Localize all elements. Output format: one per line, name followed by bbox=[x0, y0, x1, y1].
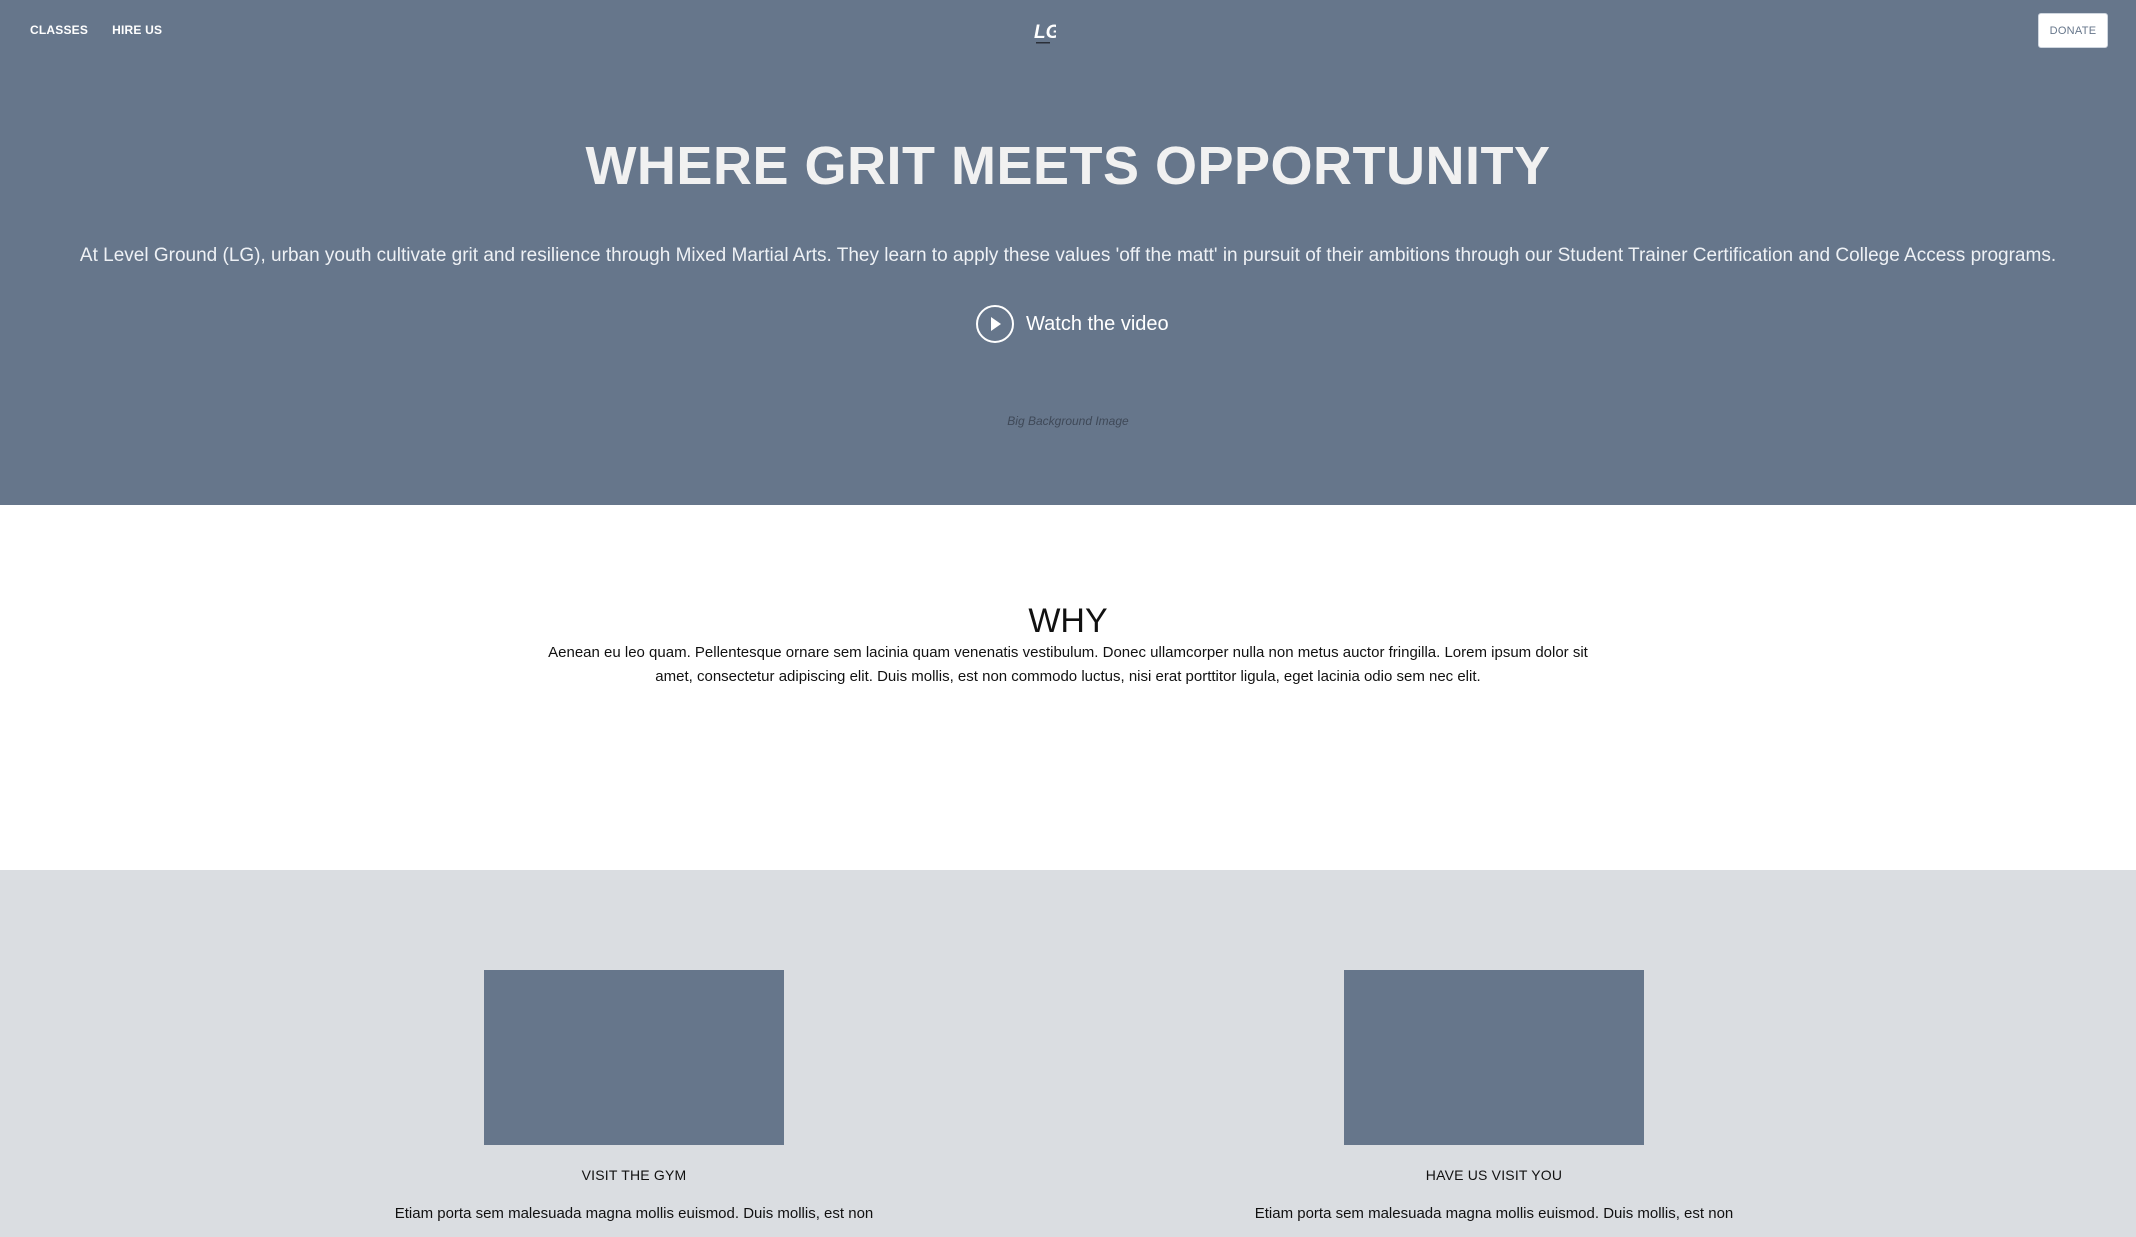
watch-video-link[interactable]: Watch the video bbox=[976, 305, 1169, 343]
why-body: Aenean eu leo quam. Pellentesque ornare … bbox=[548, 644, 1588, 685]
card-image-placeholder bbox=[484, 970, 784, 1145]
card-text: Etiam porta sem malesuada magna mollis e… bbox=[1254, 1205, 1734, 1222]
why-title: WHY bbox=[1028, 602, 1108, 640]
hero-section: CLASSES HIRE US LG DONATE WHERE GRIT MEE… bbox=[0, 0, 2136, 505]
background-image-caption: Big Background Image bbox=[1007, 414, 1129, 428]
watch-video-label[interactable]: Watch the video bbox=[1026, 313, 1169, 336]
card-have-us-visit: HAVE US VISIT YOU Etiam porta sem malesu… bbox=[1244, 970, 1744, 1225]
play-icon[interactable] bbox=[976, 305, 1014, 343]
donate-button[interactable]: DONATE bbox=[2038, 13, 2108, 48]
card-visit-gym: VISIT THE GYM Etiam porta sem malesuada … bbox=[384, 970, 884, 1225]
lg-logo[interactable]: LG bbox=[1032, 16, 1061, 48]
card-image-placeholder bbox=[1344, 970, 1644, 1145]
nav-hire-us-link[interactable]: HIRE US bbox=[112, 23, 162, 37]
why-section: WHY Aenean eu leo quam. Pellentesque orn… bbox=[0, 505, 2136, 870]
nav-classes-link[interactable]: CLASSES bbox=[30, 23, 88, 37]
logo-text: LG bbox=[1034, 22, 1056, 43]
card-title: VISIT THE GYM bbox=[581, 1167, 687, 1183]
card-text: Etiam porta sem malesuada magna mollis e… bbox=[394, 1205, 874, 1222]
hero-title: WHERE GRIT MEETS OPPORTUNITY bbox=[585, 136, 1551, 196]
main-nav: CLASSES HIRE US bbox=[30, 23, 162, 37]
hero-subtitle: At Level Ground (LG), urban youth cultiv… bbox=[79, 245, 2057, 266]
cards-section: VISIT THE GYM Etiam porta sem malesuada … bbox=[0, 870, 2136, 1237]
card-title: HAVE US VISIT YOU bbox=[1425, 1167, 1563, 1183]
